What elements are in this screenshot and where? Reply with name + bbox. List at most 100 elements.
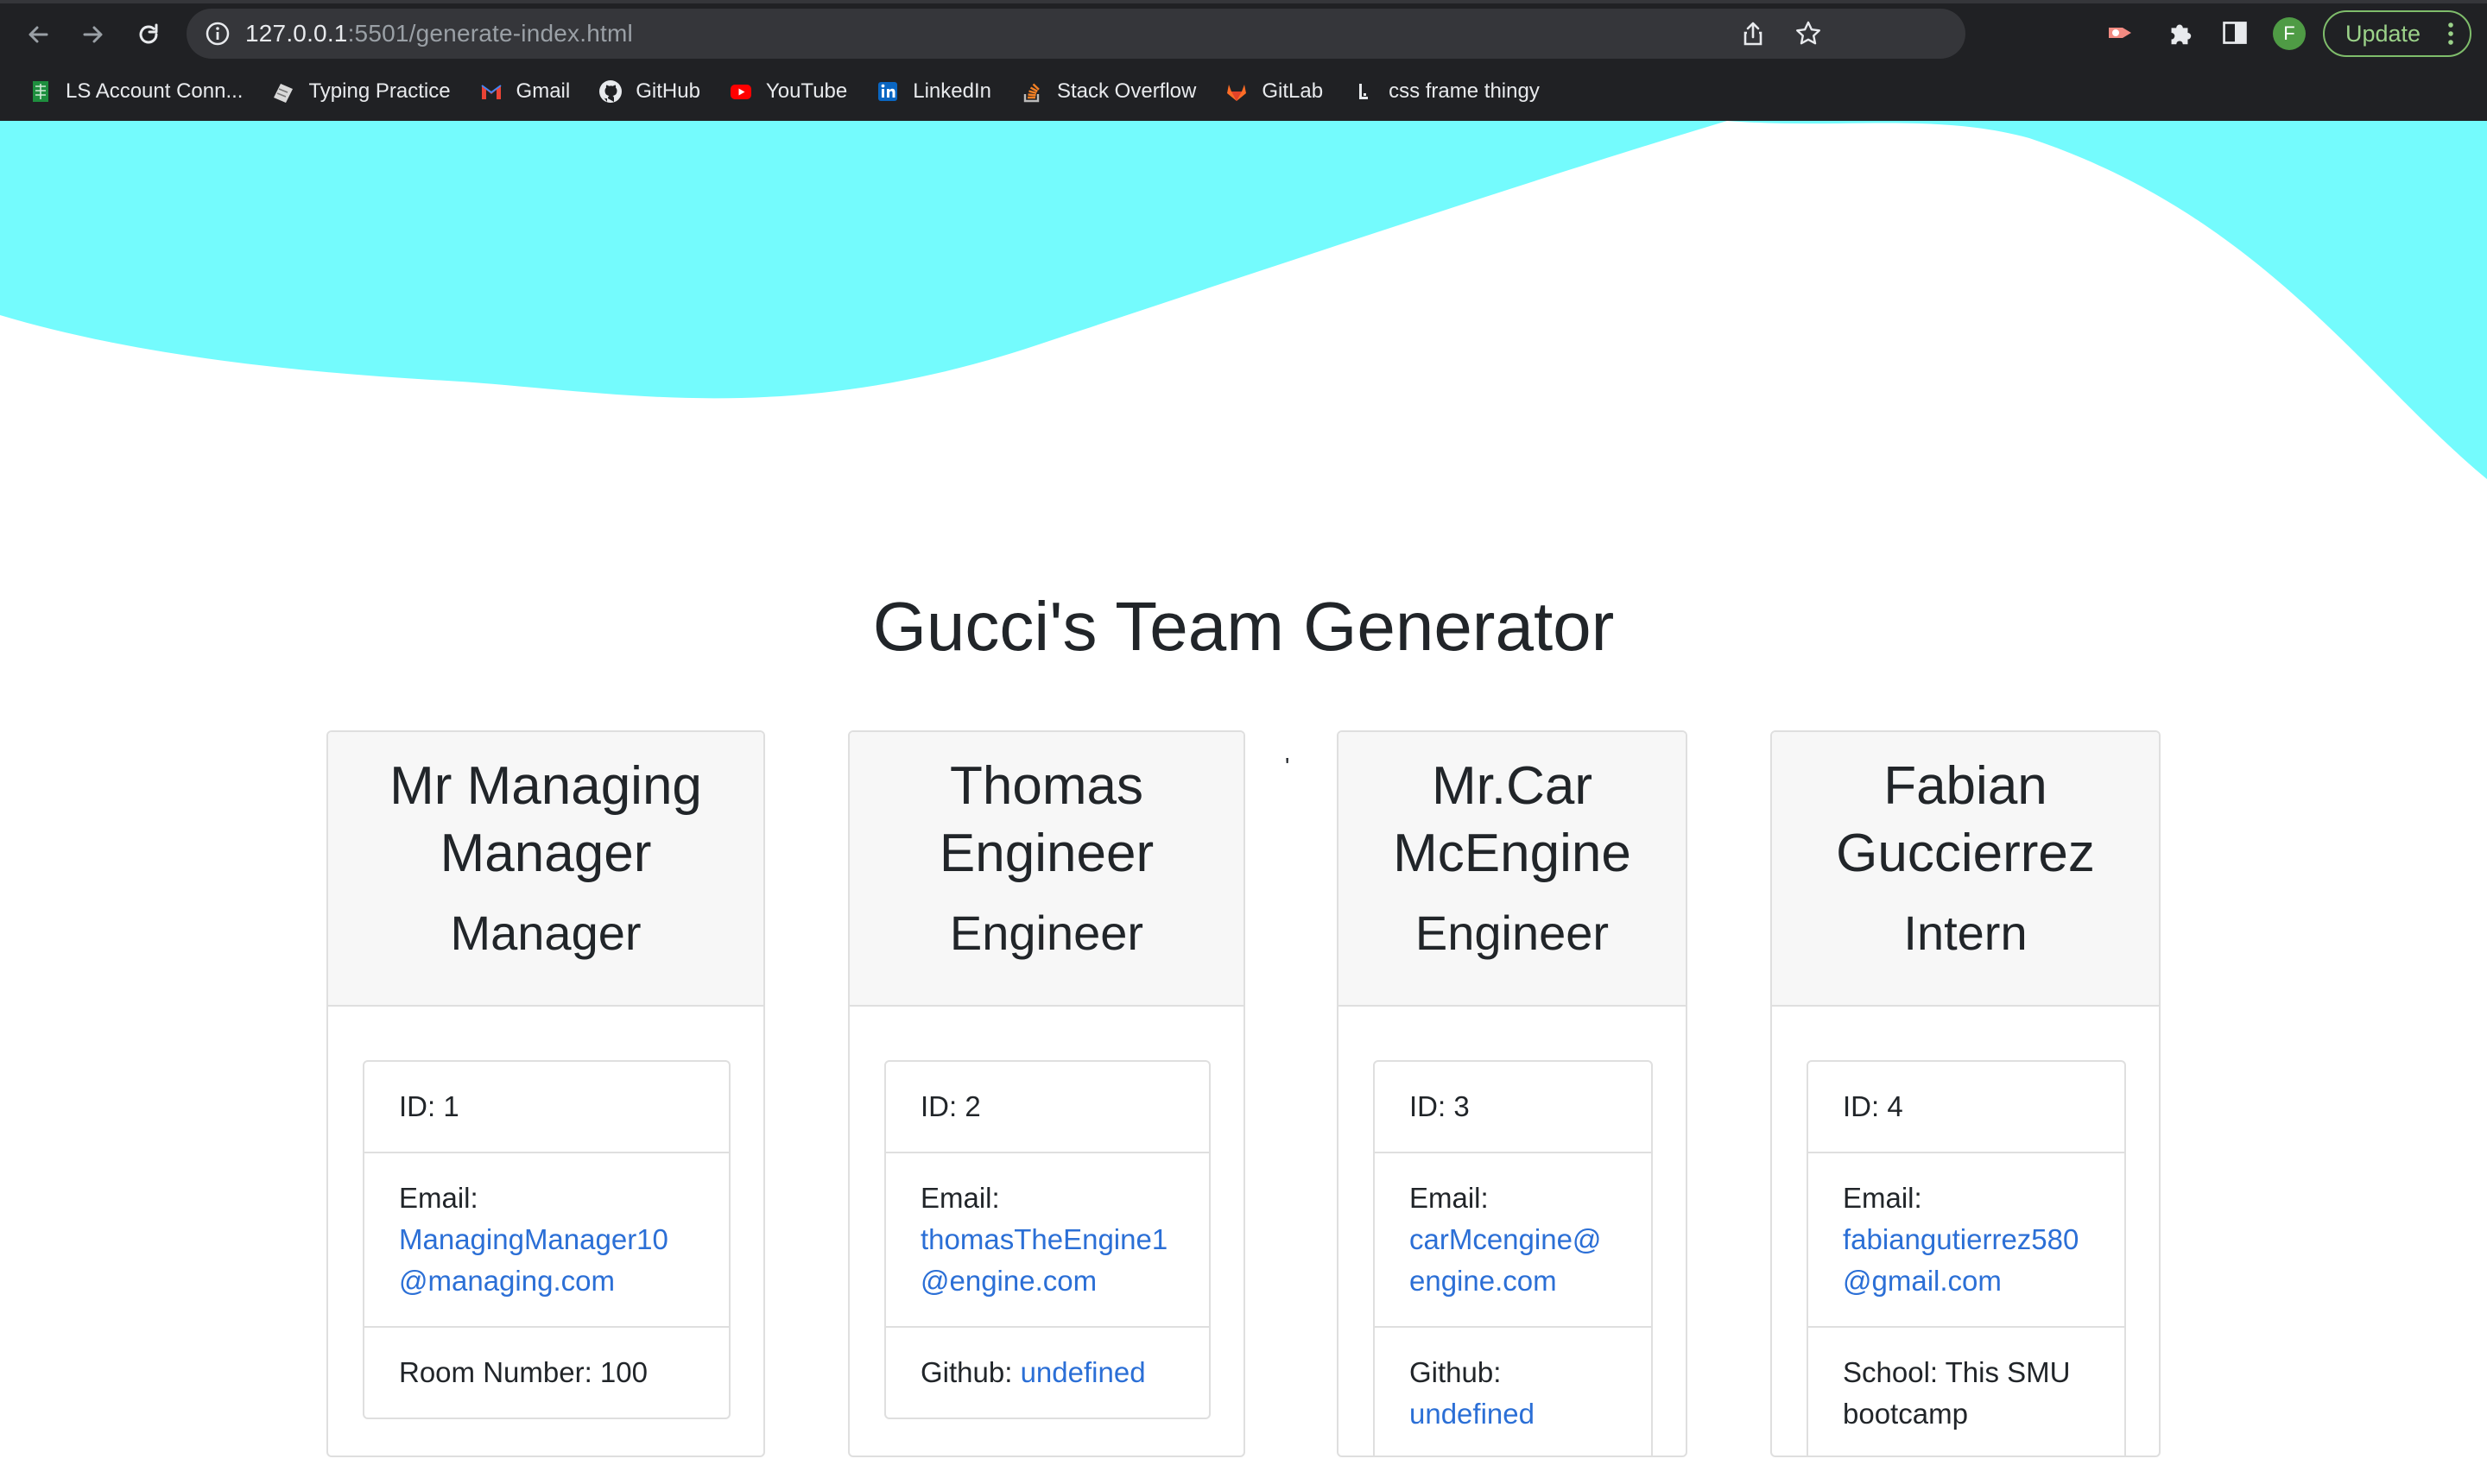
bookmark-label: LS Account Conn... [66,79,244,103]
employee-room-number: Room Number: 100 [364,1326,729,1418]
side-panel-icon[interactable] [2219,17,2250,48]
reload-icon [139,23,158,44]
employee-name: Mr.Car McEngine [1393,756,1631,883]
bookmark-youtube[interactable]: YouTube [728,73,847,111]
star-icon[interactable] [1794,20,1822,47]
bookmarks-bar: LS Account Conn... Typing Practice Gmail… [0,73,1540,111]
puzzle-icon[interactable] [2164,17,2195,48]
employee-details-list: ID: 3 Email: carMcengine@engine.com Gith… [1373,1060,1653,1456]
bookmark-icon [1351,79,1376,104]
bookmark-gitlab[interactable]: GitLab [1224,73,1323,111]
bookmark-label: YouTube [765,79,848,103]
github-label: Github: [921,1356,1021,1388]
employee-school-item: School: This SMU bootcamp [1808,1326,2124,1456]
update-label: Update [2345,20,2421,47]
email-label: Email: [921,1182,1000,1214]
bookmark-label: GitLab [1262,79,1324,103]
employee-github-item: Github: undefined [1375,1326,1651,1456]
employee-email-item: Email: ManagingManager10@managing.com [364,1152,729,1326]
github-link[interactable]: undefined [1021,1356,1146,1388]
employee-role: Manager [450,906,642,960]
email-link[interactable]: fabiangutierrez580@gmail.com [1843,1223,2079,1297]
employee-name: Thomas Engineer [939,756,1155,883]
bookmark-typing-practice[interactable]: Typing Practice [270,73,451,111]
profile-avatar[interactable]: F [2273,17,2306,50]
url-path: :5501/generate-index.html [347,20,633,47]
gmail-icon [478,79,504,104]
more-menu-icon[interactable] [2447,22,2454,46]
employee-card: Mr.Car McEngine Engineer ID: 3 Email: ca… [1337,730,1687,1457]
employee-id: ID: 2 [921,1090,981,1122]
email-link[interactable]: ManagingManager10@managing.com [399,1223,668,1297]
stackoverflow-icon [1019,79,1045,104]
youtube-icon [728,79,754,104]
site-info-icon[interactable] [204,20,231,47]
employee-card: Mr Managing Manager Manager ID: 1 Email:… [326,730,765,1457]
employee-id: ID: 4 [1843,1090,1903,1122]
share-icon[interactable] [1739,20,1767,47]
github-label: Github: [1409,1356,1502,1388]
email-link[interactable]: carMcengine@engine.com [1409,1223,1601,1297]
github-icon [598,79,623,104]
header-wave-decoration [0,121,2487,479]
forward-button[interactable] [73,14,114,55]
bookmark-label: css frame thingy [1389,79,1540,103]
bookmark-label: Typing Practice [308,79,451,103]
page-viewport: Gucci's Team Generator ' Mr Managing Man… [0,121,2487,1484]
employee-github-item: Github: undefined [886,1326,1209,1418]
bookmark-ls-account[interactable]: LS Account Conn... [28,73,243,111]
arrow-right-icon [83,26,103,43]
keyboard-icon [270,79,296,104]
bookmark-label: Stack Overflow [1056,79,1197,103]
bookmark-linkedin[interactable]: LinkedIn [875,73,991,111]
employee-card: Fabian Guccierrez Intern ID: 4 Email: fa… [1770,730,2161,1457]
email-label: Email: [399,1182,478,1214]
bookmark-github[interactable]: GitHub [598,73,700,111]
bookmark-label: Gmail [516,79,571,103]
bookmark-label: LinkedIn [913,79,991,103]
gitlab-icon [1224,79,1250,104]
github-link[interactable]: undefined [1409,1398,1535,1430]
employee-email-item: Email: carMcengine@engine.com [1375,1152,1651,1326]
card-header: Mr.Car McEngine Engineer [1338,732,1686,1007]
school-text: School: This SMU bootcamp [1843,1356,2071,1430]
card-header: Thomas Engineer Engineer [850,732,1244,1007]
employee-card: Thomas Engineer Engineer ID: 2 Email: th… [848,730,1245,1457]
linkedin-icon [875,79,901,104]
employee-details-list: ID: 2 Email: thomasTheEngine1@engine.com… [884,1060,1211,1419]
employee-details-list: ID: 4 Email: fabiangutierrez580@gmail.co… [1807,1060,2126,1456]
card-header: Mr Managing Manager Manager [328,732,763,1007]
email-label: Email: [1843,1182,1922,1214]
bookmark-stack-overflow[interactable]: Stack Overflow [1019,73,1196,111]
employee-name: Mr Managing Manager [389,756,702,883]
tab-strip-edge [0,0,2487,3]
employee-name: Fabian Guccierrez [1836,756,2095,883]
employee-role: Engineer [1414,906,1610,960]
bookmark-label: GitHub [636,79,700,103]
back-button[interactable] [17,14,59,55]
spreadsheet-icon [28,79,54,104]
card-header: Fabian Guccierrez Intern [1772,732,2159,1007]
employee-id: ID: 3 [1409,1090,1470,1122]
extension-record-icon[interactable] [2105,17,2136,48]
employee-role: Engineer [949,906,1144,960]
arrow-left-icon [28,26,48,43]
employee-email-item: Email: fabiangutierrez580@gmail.com [1808,1152,2124,1326]
page-title: Gucci's Team Generator [872,588,1615,665]
employee-email-item: Email: thomasTheEngine1@engine.com [886,1152,1209,1326]
browser-chrome: 127.0.0.1:5501/generate-index.html F Upd… [0,0,2487,121]
url-host: 127.0.0.1 [245,20,348,47]
employee-role: Intern [1903,906,2028,960]
employee-id: ID: 1 [399,1090,459,1122]
address-bar[interactable]: 127.0.0.1:5501/generate-index.html [187,9,1965,59]
reload-button[interactable] [128,14,169,55]
stray-text-mark: ' [1285,753,1290,780]
room-number-text: Room Number: 100 [399,1356,648,1388]
bookmark-gmail[interactable]: Gmail [478,73,571,111]
url-text[interactable]: 127.0.0.1:5501/generate-index.html [245,9,633,59]
employee-details-list: ID: 1 Email: ManagingManager10@managing.… [363,1060,731,1419]
email-label: Email: [1409,1182,1489,1214]
email-link[interactable]: thomasTheEngine1@engine.com [921,1223,1168,1297]
update-button[interactable]: Update [2323,10,2471,57]
bookmark-css-frame-thingy[interactable]: css frame thingy [1351,73,1540,111]
